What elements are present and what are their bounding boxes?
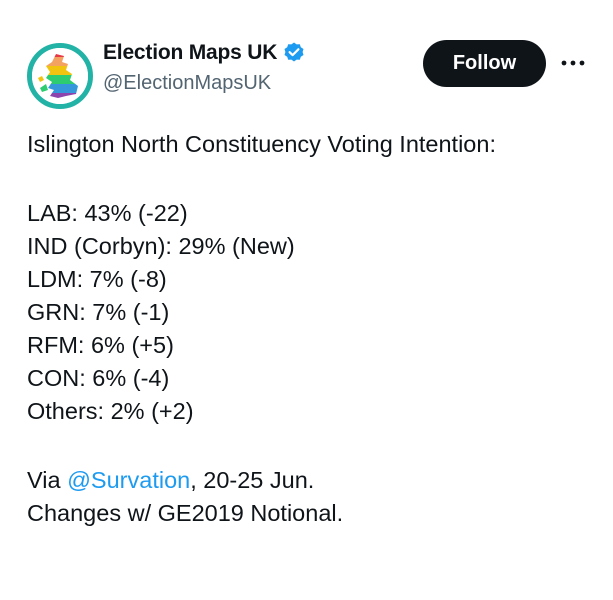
survation-mention-link[interactable]: @Survation: [67, 467, 190, 493]
result-line: LAB: 43% (-22): [27, 200, 188, 226]
avatar[interactable]: [27, 43, 93, 109]
more-options-button[interactable]: [555, 48, 591, 78]
result-line: CON: 6% (-4): [27, 365, 170, 391]
result-line: GRN: 7% (-1): [27, 299, 170, 325]
result-line: IND (Corbyn): 29% (New): [27, 233, 295, 259]
author-name-row: Election Maps UK: [103, 41, 306, 65]
source-suffix: , 20-25 Jun.: [190, 467, 315, 493]
follow-button[interactable]: Follow: [423, 40, 546, 87]
result-line: LDM: 7% (-8): [27, 266, 167, 292]
author-handle[interactable]: @ElectionMapsUK: [103, 72, 271, 95]
election-maps-uk-logo-icon: [32, 48, 88, 104]
tweet-text: Islington North Constituency Voting Inte…: [27, 128, 597, 530]
source-line: Via @Survation, 20-25 Jun.: [27, 464, 597, 497]
footnote-line: Changes w/ GE2019 Notional.: [27, 500, 344, 526]
result-line: Others: 2% (+2): [27, 398, 194, 424]
source-prefix: Via: [27, 467, 68, 493]
author-display-name[interactable]: Election Maps UK: [103, 41, 277, 65]
more-horizontal-icon: [561, 60, 585, 66]
verified-badge-icon: [282, 41, 306, 65]
tweet-heading: Islington North Constituency Voting Inte…: [27, 131, 496, 157]
result-line: RFM: 6% (+5): [27, 332, 174, 358]
